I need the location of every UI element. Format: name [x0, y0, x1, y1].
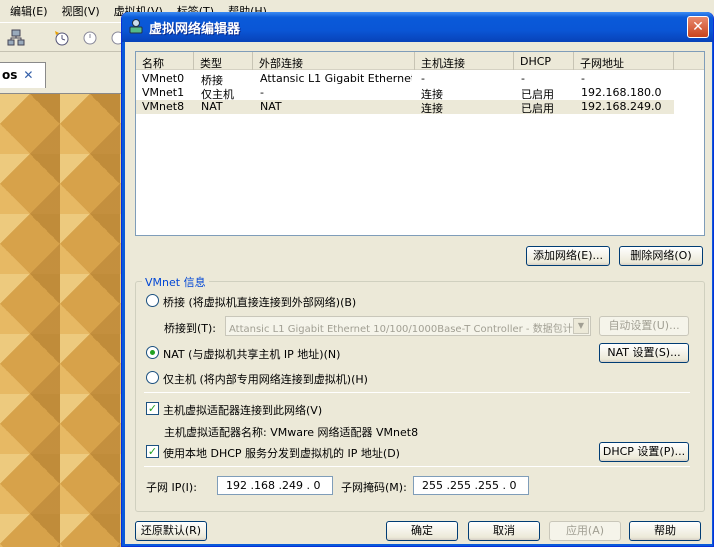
column-dhcp[interactable]: DHCP [514, 52, 574, 70]
add-network-button[interactable]: 添加网络(E)... [526, 246, 610, 266]
separator [144, 392, 690, 393]
cancel-button[interactable]: 取消 [468, 521, 540, 541]
column-type[interactable]: 类型 [194, 52, 253, 70]
title-bar[interactable]: 虚拟网络编辑器 ✕ [122, 12, 713, 42]
chevron-down-icon[interactable]: ▼ [573, 318, 589, 334]
host-only-radio[interactable] [146, 371, 159, 384]
column-host[interactable]: 主机连接 [415, 52, 514, 70]
menu-view[interactable]: 视图(V) [62, 3, 100, 19]
subnet-mask-label: 子网掩码(M): [341, 481, 407, 494]
network-editor-icon [129, 19, 143, 34]
apply-button[interactable]: 应用(A) [549, 521, 621, 541]
cell-name: VMnet0 [142, 72, 185, 85]
vm-tab-label: os [2, 68, 18, 82]
subnet-ip-input[interactable]: 192 .168 .249 . 0 [217, 476, 333, 495]
cell-dhcp: - [521, 72, 525, 85]
bridge-to-select[interactable]: Attansic L1 Gigabit Ethernet 10/100/1000… [225, 316, 591, 336]
cell-host: - [421, 72, 425, 85]
cell-external: NAT [260, 100, 282, 113]
subnet-ip-label: 子网 IP(I): [146, 481, 197, 494]
group-label: VMnet 信息 [142, 274, 209, 290]
help-button[interactable]: 帮助 [629, 521, 701, 541]
vm-tab[interactable]: os ✕ [0, 62, 46, 88]
close-button[interactable]: ✕ [687, 16, 709, 38]
nat-radio-label[interactable]: NAT (与虚拟机共享主机 IP 地址)(N) [163, 346, 340, 362]
network-list[interactable]: 名称 类型 外部连接 主机连接 DHCP 子网地址 VMnet0 桥接 Atta… [135, 51, 705, 236]
revert-icon[interactable] [80, 28, 100, 48]
vmnet-info-group: VMnet 信息 桥接 (将虚拟机直接连接到外部网络)(B) 桥接到(T): A… [135, 274, 705, 512]
cell-name: VMnet8 [142, 100, 185, 113]
nat-settings-button[interactable]: NAT 设置(S)... [599, 343, 689, 363]
remove-network-button[interactable]: 删除网络(O) [619, 246, 703, 266]
list-header: 名称 类型 外部连接 主机连接 DHCP 子网地址 [136, 52, 704, 70]
column-subnet[interactable]: 子网地址 [574, 52, 674, 70]
connect-adapter-checkbox[interactable]: ✓ [146, 402, 159, 415]
dialog-title: 虚拟网络编辑器 [149, 22, 241, 37]
subnet-mask-input[interactable]: 255 .255 .255 . 0 [413, 476, 529, 495]
use-dhcp-checkbox[interactable]: ✓ [146, 445, 159, 458]
cell-name: VMnet1 [142, 86, 185, 99]
cell-external: Attansic L1 Gigabit Ethernet... [260, 72, 412, 85]
cell-type: NAT [201, 100, 223, 113]
tab-close-icon[interactable]: ✕ [23, 68, 33, 82]
list-row-vmnet0[interactable]: VMnet0 桥接 Attansic L1 Gigabit Ethernet..… [136, 72, 674, 87]
bridged-radio[interactable] [146, 294, 159, 307]
cell-dhcp: 已启用 [521, 102, 554, 115]
bridged-radio-label[interactable]: 桥接 (将虚拟机直接连接到外部网络)(B) [163, 294, 356, 310]
dhcp-settings-button[interactable]: DHCP 设置(P)... [599, 442, 689, 462]
list-row-vmnet1[interactable]: VMnet1 仅主机 - 连接 已启用 192.168.180.0 [136, 86, 674, 101]
cell-subnet: - [581, 72, 585, 85]
background-tabstrip: os ✕ [0, 52, 130, 94]
connect-adapter-label[interactable]: 主机虚拟适配器连接到此网络(V) [163, 402, 322, 418]
snapshot-icon[interactable] [52, 28, 72, 48]
list-row-vmnet8[interactable]: VMnet8 NAT NAT 连接 已启用 192.168.249.0 [136, 100, 674, 115]
cell-subnet: 192.168.180.0 [581, 86, 662, 99]
menu-edit[interactable]: 编辑(E) [10, 3, 48, 19]
vm-console-background [0, 94, 130, 547]
nat-radio[interactable] [146, 346, 159, 359]
network-icon[interactable] [6, 28, 26, 48]
column-name[interactable]: 名称 [136, 52, 194, 70]
bridge-to-label: 桥接到(T): [164, 322, 217, 335]
auto-settings-button[interactable]: 自动设置(U)... [599, 316, 689, 336]
adapter-name-text: 主机虚拟适配器名称: VMware 网络适配器 VMnet8 [164, 426, 419, 439]
cell-host: 连接 [421, 102, 443, 115]
cell-subnet: 192.168.249.0 [581, 100, 662, 113]
dialog-client: 名称 类型 外部连接 主机连接 DHCP 子网地址 VMnet0 桥接 Atta… [125, 42, 712, 544]
use-dhcp-label[interactable]: 使用本地 DHCP 服务分发到虚拟机的 IP 地址(D) [163, 445, 400, 461]
column-external[interactable]: 外部连接 [253, 52, 415, 70]
restore-defaults-button[interactable]: 还原默认(R) [135, 521, 207, 541]
host-only-radio-label[interactable]: 仅主机 (将内部专用网络连接到虚拟机)(H) [163, 371, 368, 387]
bridge-to-value: Attansic L1 Gigabit Ethernet 10/100/1000… [229, 324, 583, 335]
separator [144, 466, 690, 467]
virtual-network-editor-dialog: 虚拟网络编辑器 ✕ 名称 类型 外部连接 主机连接 DHCP 子网地址 VMne… [121, 12, 714, 547]
ok-button[interactable]: 确定 [386, 521, 458, 541]
cell-external: - [260, 86, 264, 99]
